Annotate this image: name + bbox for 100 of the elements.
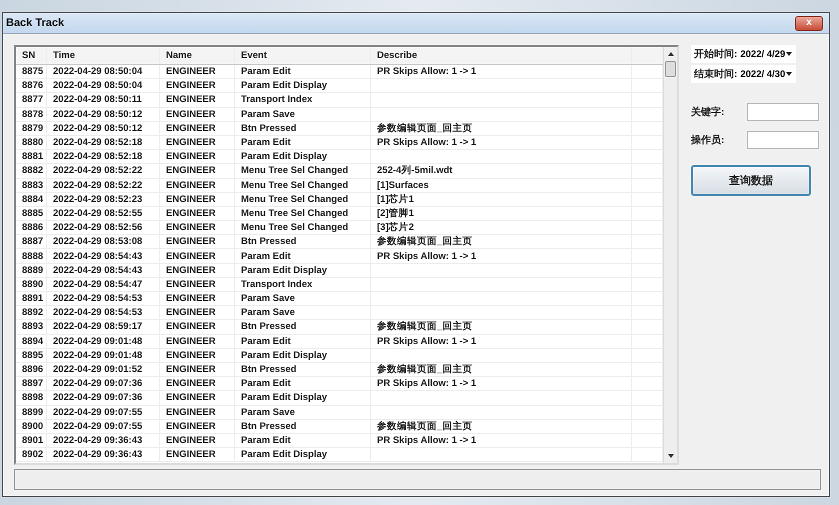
table-cell: 8899 [16,406,47,419]
table-cell: 252-4列-5mil.wdt [371,164,632,178]
table-cell: [1]芯片1 [371,192,632,206]
table-cell: 8893 [16,320,47,334]
table-cell: 2022-04-29 09:07:55 [47,420,160,433]
table-cell: Btn Pressed [235,320,371,334]
table-cell: 8878 [16,108,47,121]
column-header[interactable]: SN [16,47,47,64]
table-cell: 2022-04-29 08:50:11 [47,93,160,107]
table-cell: Param Edit Display [235,264,371,277]
table-cell: 2022-04-29 08:50:12 [47,122,160,135]
table-cell: Param Edit Display [235,79,371,92]
table-cell: ENGINEER [160,334,235,348]
table-cell: 2022-04-29 08:50:04 [47,65,160,78]
table-cell: ENGINEER [160,136,235,150]
table-cell: 2022-04-29 08:54:47 [47,278,160,291]
table-cell: 2022-04-29 08:50:12 [47,108,160,121]
table-cell: PR Skips Allow: 1 -> 1 [371,377,632,390]
table-cell: 8879 [16,122,47,135]
table-cell: [3]芯片2 [371,221,632,234]
table-cell: Param Save [235,292,371,306]
table-cell: 8887 [16,235,47,248]
table-cell: 2022-04-29 08:52:23 [47,192,160,206]
table-cell: 2022-04-29 08:52:22 [47,178,160,192]
table-cell: ENGINEER [160,221,235,234]
table-cell: Param Edit [235,334,371,348]
table-cell: 2022-04-29 08:50:04 [47,79,160,92]
table-cell: 8897 [16,377,47,390]
table-cell: Param Edit Display [235,348,371,362]
table-cell: 参数编辑页面_回主页 [371,320,632,334]
table-cell: Param Save [235,306,371,320]
table-cell: 2022-04-29 09:36:43 [47,434,160,448]
table-cell: 2022-04-29 09:01:48 [47,334,160,348]
filter-label: 结束时间: [694,68,738,81]
table-cell: 8884 [16,192,47,206]
caret-icon[interactable] [785,50,794,58]
table-cell: ENGINEER [160,264,235,277]
caret-icon[interactable] [785,70,794,78]
column-header[interactable]: Event [235,47,371,64]
scroll-up-icon[interactable] [666,50,674,58]
table-cell: 2022-04-29 09:36:43 [47,448,160,462]
input-field[interactable] [747,131,819,149]
table-cell: 8883 [16,178,47,192]
column-header[interactable]: Time [47,47,160,64]
table-cell: 8876 [16,79,47,92]
table-cell: ENGINEER [160,235,235,248]
table-cell: 8877 [16,93,47,107]
table-cell: Menu Tree Sel Changed [235,221,371,234]
table-cell: 8882 [16,164,47,178]
table-cell: ENGINEER [160,406,235,419]
input-field[interactable] [747,103,819,121]
table-cell: 8888 [16,249,47,263]
table-cell: ENGINEER [160,108,235,121]
table-cell: 2022-04-29 08:54:53 [47,306,160,320]
table-cell: ENGINEER [160,306,235,320]
table-cell: ENGINEER [160,164,235,178]
table-cell: 2022-04-29 09:07:36 [47,391,160,404]
table-cell: ENGINEER [160,434,235,448]
table-cell: Menu Tree Sel Changed [235,164,371,178]
table-cell: ENGINEER [160,391,235,404]
query-button[interactable]: 查询数据 [691,165,811,196]
table-cell: 2022-04-29 09:01:48 [47,348,160,362]
table-cell: Btn Pressed [235,122,371,135]
table-cell: 2022-04-29 09:07:36 [47,377,160,390]
table-cell: ENGINEER [160,448,235,462]
window-title: Back Track [6,17,64,29]
table-cell: Param Edit [235,434,371,448]
table-cell: [1]Surfaces [371,178,632,192]
column-header[interactable]: Name [160,47,235,64]
table-cell: 参数编辑页面_回主页 [371,420,632,433]
table-cell: 2022-04-29 09:01:52 [47,362,160,376]
table-cell: PR Skips Allow: 1 -> 1 [371,334,632,348]
table-cell: Param Edit Display [235,391,371,404]
table-cell: ENGINEER [160,192,235,206]
table-cell: ENGINEER [160,249,235,263]
scroll-thumb[interactable] [665,61,676,77]
table-cell: Param Edit [235,136,371,150]
table-cell: ENGINEER [160,420,235,433]
table-cell: 参数编辑页面_回主页 [371,122,632,135]
table-cell: 8891 [16,292,47,306]
table-cell: ENGINEER [160,65,235,78]
scroll-down-icon[interactable] [666,452,674,460]
filter-label: 关键字: [691,105,724,119]
table-cell: [2]管脚1 [371,206,632,220]
table-cell: Param Edit [235,377,371,390]
table-cell: 8901 [16,434,47,448]
table-cell: Param Edit [235,65,371,78]
table-cell: Param Edit Display [235,448,371,462]
table-cell: ENGINEER [160,377,235,390]
table-cell: Param Save [235,108,371,121]
table-cell: Btn Pressed [235,420,371,433]
table-cell: PR Skips Allow: 1 -> 1 [371,434,632,448]
table-cell: 8890 [16,278,47,291]
table-cell: ENGINEER [160,362,235,376]
column-header[interactable]: Describe [371,47,632,64]
table-cell: 2022-04-29 08:59:17 [47,320,160,334]
table-cell: 2022-04-29 08:52:22 [47,164,160,178]
table-cell: Param Edit Display [235,150,371,164]
table-cell: ENGINEER [160,348,235,362]
filter-label: 操作员: [691,134,724,147]
